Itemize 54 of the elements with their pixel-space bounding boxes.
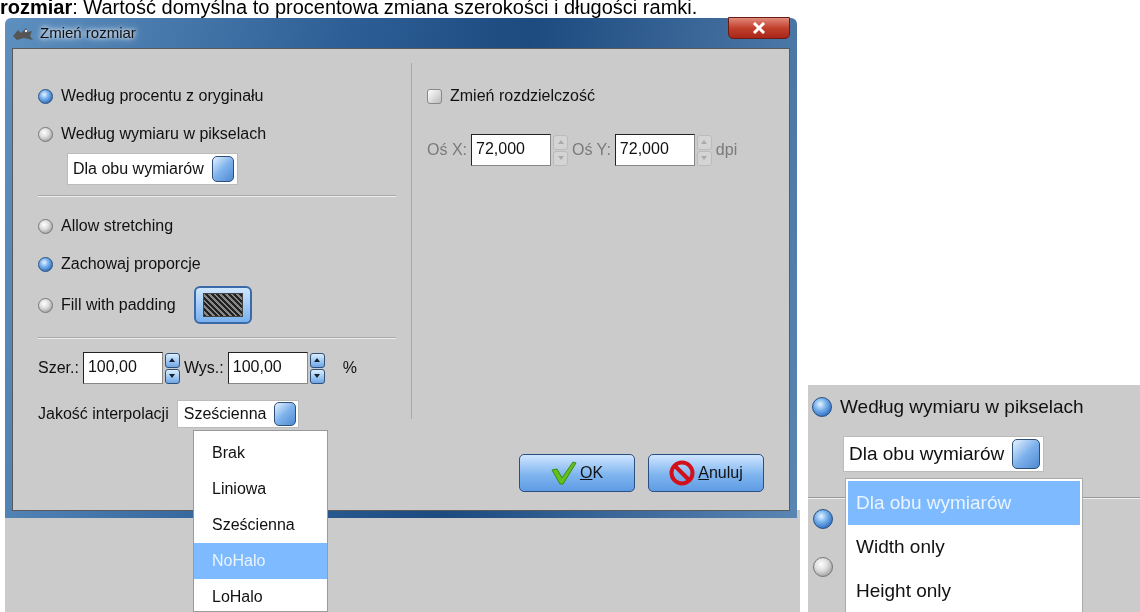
close-button[interactable]	[728, 17, 790, 39]
field-label: Jakość interpolacji	[38, 404, 169, 424]
no-entry-icon	[669, 460, 696, 486]
radio-label[interactable]: Według wymiaru w pikselach	[61, 122, 267, 146]
dropdown[interactable]: Dla obu wymiarów	[67, 153, 238, 185]
field-label: Oś X:	[427, 140, 467, 160]
spin-down-button[interactable]	[164, 368, 180, 384]
menu-item[interactable]: Liniowa	[194, 471, 327, 507]
number-field[interactable]: 100,00	[82, 352, 163, 384]
menu-item[interactable]: Height only	[848, 569, 1080, 612]
radio-label[interactable]: Fill with padding	[61, 293, 176, 317]
spin-up-button[interactable]	[164, 352, 180, 368]
close-icon	[752, 22, 766, 34]
color-button[interactable]	[193, 286, 252, 324]
radio-button[interactable]	[38, 297, 53, 313]
spin-up-button[interactable]	[309, 352, 325, 368]
cancel-button[interactable]: Anuluj	[648, 454, 764, 492]
radio-button[interactable]	[38, 256, 53, 272]
arrow-down-icon	[168, 372, 177, 380]
number-field[interactable]: 100,00	[227, 352, 308, 384]
caption-text: rozmiar: Wartość domyślna to procentowa zmiana szerokości i długości ramki.	[0, 0, 698, 18]
arrow-up-icon	[168, 356, 177, 364]
dropdown[interactable]: Sześcienna	[176, 400, 300, 428]
radio-button[interactable]	[38, 88, 53, 104]
dropdown[interactable]: Dla obu wymiarów	[843, 436, 1045, 472]
unit-label: %	[342, 358, 357, 378]
unit-label: dpi	[715, 140, 738, 160]
field-label: Oś Y:	[572, 140, 611, 160]
field-label: Wys.:	[183, 358, 224, 378]
window-title: Zmień rozmiar	[40, 22, 136, 43]
arrow-down-icon	[556, 154, 565, 162]
arrow-up-icon	[700, 138, 709, 146]
radio-button[interactable]	[812, 397, 832, 418]
menu-item[interactable]: Width only	[848, 525, 1080, 569]
menu-item[interactable]: Brak	[194, 435, 327, 471]
radio-label[interactable]: Allow stretching	[61, 214, 174, 238]
radio-button[interactable]	[813, 557, 833, 577]
check-icon	[550, 461, 577, 485]
arrow-up-icon	[556, 138, 565, 146]
radio-label[interactable]: Według wymiaru w pikselach	[840, 393, 1084, 422]
radio-button[interactable]	[38, 126, 53, 142]
ok-button[interactable]: OK	[519, 454, 635, 492]
arrow-down-icon	[700, 154, 709, 162]
radio-label[interactable]: Zachowaj proporcje	[61, 252, 201, 276]
field-label: Szer.:	[38, 358, 79, 378]
arrow-up-icon	[313, 356, 322, 364]
radio-button[interactable]	[813, 509, 833, 529]
spin-down-button[interactable]	[309, 368, 325, 384]
pattern-swatch	[202, 293, 243, 317]
menu-item[interactable]: LoHalo	[194, 579, 327, 611]
menu-item[interactable]: Sześcienna	[194, 507, 327, 543]
radio-button[interactable]	[38, 218, 53, 234]
arrow-down-icon	[313, 372, 322, 380]
radio-label[interactable]: Według procentu z oryginału	[61, 84, 264, 108]
